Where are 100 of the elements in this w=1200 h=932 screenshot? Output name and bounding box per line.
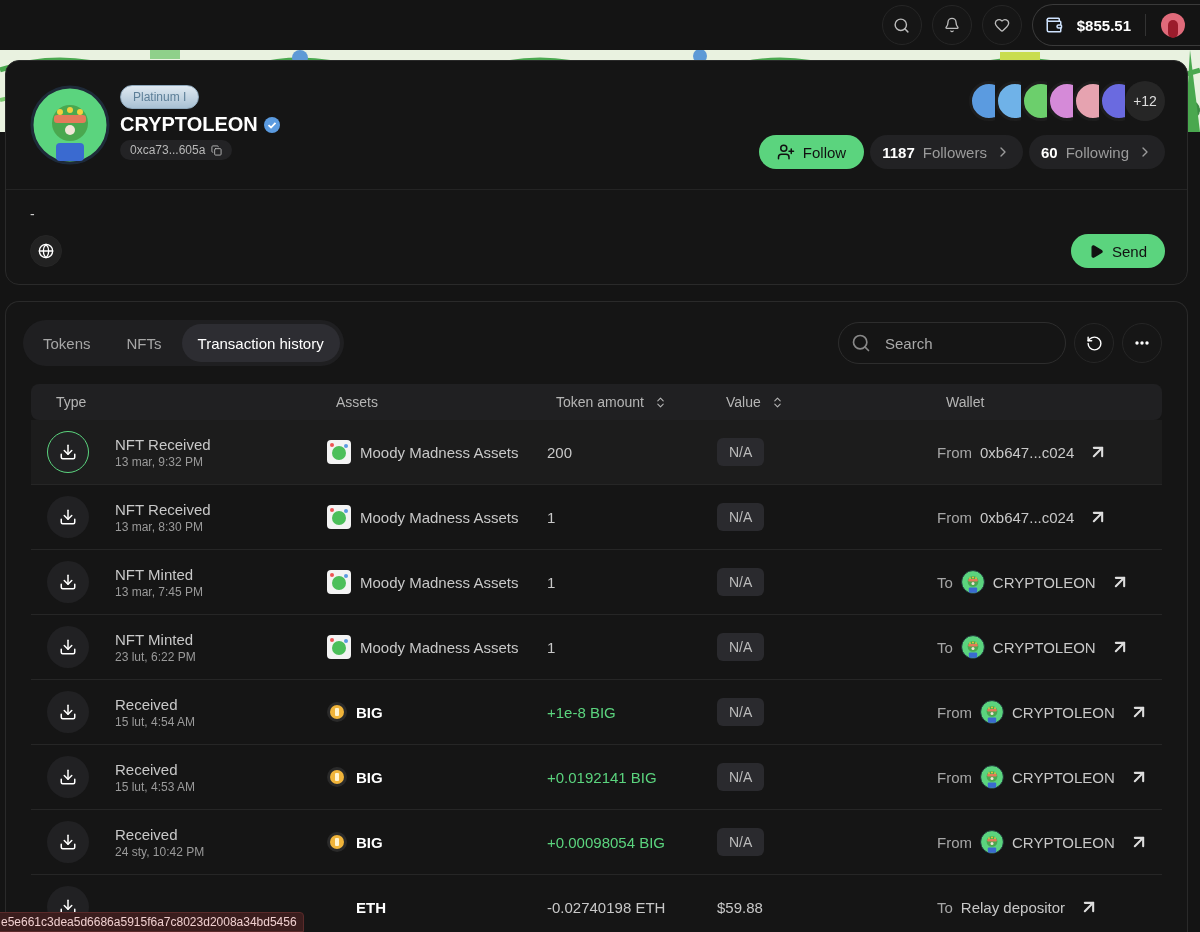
token-amount: +0.00098054 BIG xyxy=(547,833,666,851)
token-amount: -0.02740198 ETH xyxy=(547,898,667,916)
add-user-icon xyxy=(776,143,795,161)
achievement-badge[interactable] xyxy=(1047,81,1073,121)
achievement-badge[interactable] xyxy=(1021,81,1047,121)
transaction-type: Received xyxy=(115,695,179,713)
token-amount: 200 xyxy=(547,443,574,461)
achievement-badge[interactable] xyxy=(995,81,1021,121)
direction-label: From xyxy=(937,703,972,721)
token-amount: 1 xyxy=(547,508,557,526)
transaction-row[interactable]: NFT Received 13 mar, 9:32 PM Moody Madness Assets 200 N/A From 0xb647...c024 xyxy=(31,420,1162,485)
nft-thumbnail-icon xyxy=(327,505,351,529)
transaction-row[interactable]: NFT Minted 13 mar, 7:45 PM Moody Madness Assets 1 N/A To CRYPTOLEON xyxy=(31,550,1162,615)
more-badges-count[interactable]: +12 xyxy=(1125,81,1165,121)
column-header: Value xyxy=(726,394,761,410)
transaction-type: NFT Received xyxy=(115,435,211,453)
follow-button[interactable]: Follow xyxy=(758,135,865,169)
nft-thumbnail-icon xyxy=(327,635,351,659)
token-amount: 1 xyxy=(547,638,557,656)
direction-label: To xyxy=(937,898,953,916)
transaction-row[interactable]: NFT Received 13 mar, 8:30 PM Moody Madness Assets 1 N/A From 0xb647...c024 xyxy=(31,485,1162,550)
search-button[interactable] xyxy=(881,5,922,45)
notifications-button[interactable] xyxy=(931,5,972,45)
wallet-avatar xyxy=(960,635,985,659)
coin-icon xyxy=(327,767,347,787)
token-amount: 1 xyxy=(547,573,557,591)
wallet-name: CRYPTOLEON xyxy=(1012,703,1115,721)
profile-bio: - xyxy=(29,205,36,222)
transaction-time: 24 sty, 10:42 PM xyxy=(115,844,205,859)
favorites-button[interactable] xyxy=(981,5,1022,45)
transaction-type: Received xyxy=(115,825,179,843)
column-header: Wallet xyxy=(946,394,985,410)
value-badge: N/A xyxy=(717,698,765,726)
transaction-row[interactable]: Received 24 sty, 10:42 PM BIG +0.00098054 BIG N/A From CRYPTOLEON xyxy=(31,810,1162,875)
direction-label: From xyxy=(937,508,972,526)
transaction-time: 15 lut, 4:53 AM xyxy=(115,779,196,794)
asset-name: BIG xyxy=(356,703,383,721)
play-icon xyxy=(1088,243,1104,259)
balance-amount: $855.51 xyxy=(1076,16,1131,34)
coin-icon xyxy=(327,832,347,852)
followers-button[interactable]: 1187 Followers xyxy=(870,135,1023,169)
token-amount: +0.0192141 BIG xyxy=(547,768,658,786)
search-field[interactable]: Search xyxy=(883,333,1033,353)
transaction-type: Received xyxy=(115,760,179,778)
more-button[interactable] xyxy=(1122,323,1162,363)
asset-name: ETH xyxy=(356,898,386,916)
user-avatar[interactable] xyxy=(1160,12,1186,38)
asset-name: Moody Madness Assets xyxy=(360,573,519,591)
wallet-name: CRYPTOLEON xyxy=(992,573,1096,591)
column-header: Token amount xyxy=(556,394,644,410)
value-badge: N/A xyxy=(717,568,765,596)
direction-label: From xyxy=(937,768,972,786)
transaction-time: 13 mar, 7:45 PM xyxy=(115,584,204,599)
direction-label: From xyxy=(937,443,972,461)
refresh-button[interactable] xyxy=(1074,323,1114,363)
coin-icon xyxy=(327,702,347,722)
link-url-tooltip: e5e661c3dea5d6686a5915f6a7c8023d2008a34bd5456 xyxy=(0,912,304,932)
tab[interactable]: Transaction history xyxy=(181,324,340,362)
transaction-type: NFT Minted xyxy=(115,565,195,583)
nft-thumbnail-icon xyxy=(327,440,351,464)
transaction-time: 13 mar, 8:30 PM xyxy=(115,519,205,534)
website-button[interactable] xyxy=(30,235,62,267)
transaction-time: 23 lut, 6:22 PM xyxy=(115,649,196,664)
direction-label: To xyxy=(937,573,953,591)
column-header: Type xyxy=(56,394,87,410)
achievement-badge[interactable] xyxy=(969,81,995,121)
value-badge: N/A xyxy=(717,763,765,791)
transaction-row[interactable]: Received 15 lut, 4:54 AM BIG +1e-8 BIG N/A From CRYPTOLEON xyxy=(31,680,1162,745)
value-amount: $59.88 xyxy=(717,898,763,916)
tier-badge: Platinum I xyxy=(120,85,200,109)
direction-label: From xyxy=(937,833,972,851)
asset-name: BIG xyxy=(356,833,383,851)
tab[interactable]: Tokens xyxy=(27,324,107,362)
wallet-avatar xyxy=(980,700,1004,724)
following-button[interactable]: 60 Following xyxy=(1028,135,1165,169)
achievement-badge[interactable] xyxy=(1073,81,1099,121)
copy-icon[interactable] xyxy=(211,144,223,156)
transaction-row[interactable]: NFT Minted 23 lut, 6:22 PM Moody Madness Assets 1 N/A To CRYPTOLEON xyxy=(31,615,1162,680)
wallet-avatar xyxy=(960,570,985,594)
address-chip[interactable]: 0xca73...605a xyxy=(120,140,233,160)
wallet-name: 0xb647...c024 xyxy=(980,443,1075,461)
nft-thumbnail-icon xyxy=(327,570,351,594)
transaction-time: 13 mar, 9:32 PM xyxy=(115,454,205,469)
token-amount: +1e-8 BIG xyxy=(547,703,617,721)
wallet-avatar xyxy=(980,765,1004,789)
value-badge: N/A xyxy=(717,503,765,531)
asset-name: BIG xyxy=(356,768,383,786)
tab[interactable]: NFTs xyxy=(110,324,178,362)
wallet-name: CRYPTOLEON xyxy=(992,638,1096,656)
wallet-avatar xyxy=(980,830,1004,854)
send-button[interactable]: Send xyxy=(1070,234,1165,268)
wallet-name: CRYPTOLEON xyxy=(1012,768,1115,786)
transaction-type: NFT Minted xyxy=(115,630,195,648)
wallet-name: CRYPTOLEON xyxy=(1012,833,1115,851)
wallet-name: Relay depositor xyxy=(960,898,1066,916)
transaction-row[interactable]: Received 15 lut, 4:53 AM BIG +0.0192141 BIG N/A From CRYPTOLEON xyxy=(31,745,1162,810)
asset-name: Moody Madness Assets xyxy=(360,638,519,656)
achievement-badge[interactable] xyxy=(1099,81,1125,121)
more-icon xyxy=(1135,341,1149,345)
profile-name: CRYPTOLEON xyxy=(120,113,258,136)
